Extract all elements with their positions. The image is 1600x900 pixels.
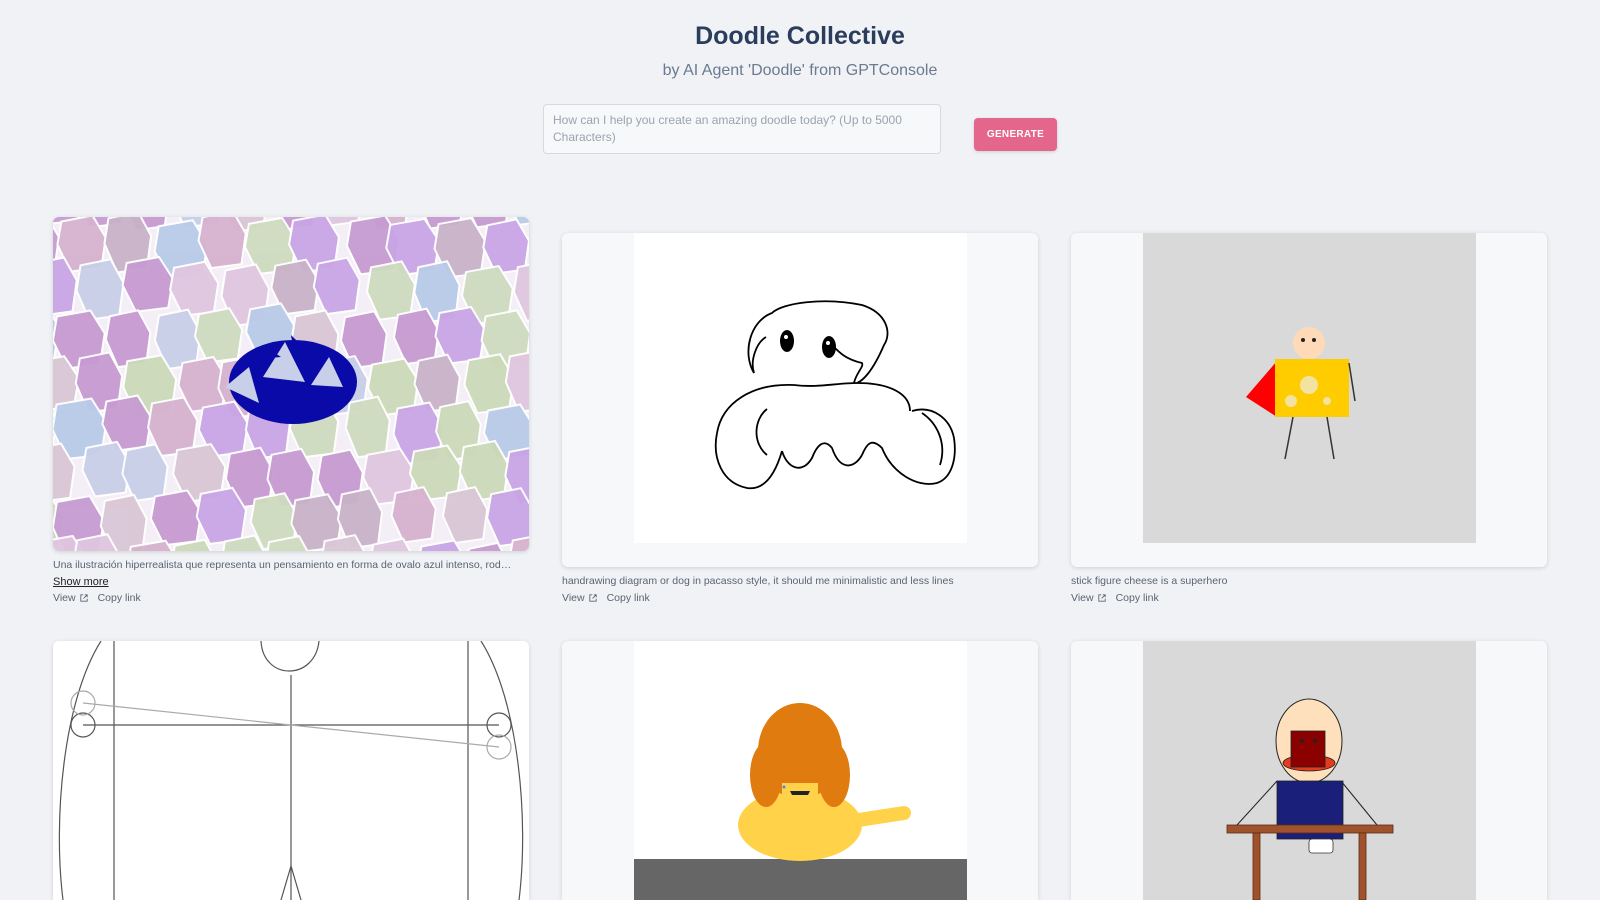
generate-button[interactable]: GENERATE bbox=[974, 118, 1057, 151]
card-actions: View Copy link bbox=[562, 592, 650, 604]
doodle-description: handrawing diagram or dog in pacasso sty… bbox=[562, 575, 954, 587]
view-link[interactable]: View bbox=[53, 592, 88, 604]
prompt-input[interactable] bbox=[543, 104, 941, 154]
doodle-image[interactable] bbox=[1071, 233, 1547, 567]
copy-link[interactable]: Copy link bbox=[607, 592, 650, 604]
doodle-image[interactable] bbox=[562, 233, 1038, 567]
doodle-description: stick figure cheese is a superhero bbox=[1071, 575, 1228, 587]
card-actions: View Copy link bbox=[53, 592, 141, 604]
view-label: View bbox=[53, 592, 76, 604]
doodle-image[interactable] bbox=[1071, 641, 1547, 900]
card-actions: View Copy link bbox=[1071, 592, 1159, 604]
external-link-icon bbox=[588, 594, 597, 602]
show-more-link[interactable]: Show more bbox=[53, 576, 109, 588]
copy-link[interactable]: Copy link bbox=[98, 592, 141, 604]
external-link-icon bbox=[79, 594, 88, 602]
external-link-icon bbox=[1097, 594, 1106, 602]
doodle-image[interactable] bbox=[53, 217, 529, 551]
copy-link[interactable]: Copy link bbox=[1116, 592, 1159, 604]
page-subtitle: by AI Agent 'Doodle' from GPTConsole bbox=[662, 62, 938, 79]
view-link[interactable]: View bbox=[1071, 592, 1106, 604]
view-label: View bbox=[562, 592, 585, 604]
view-label: View bbox=[1071, 592, 1094, 604]
doodle-description: Una ilustración hiperrealista que repres… bbox=[53, 559, 513, 571]
page-title: Doodle Collective bbox=[695, 22, 905, 50]
view-link[interactable]: View bbox=[562, 592, 597, 604]
doodle-image[interactable] bbox=[53, 641, 529, 900]
doodle-image[interactable] bbox=[562, 641, 1038, 900]
